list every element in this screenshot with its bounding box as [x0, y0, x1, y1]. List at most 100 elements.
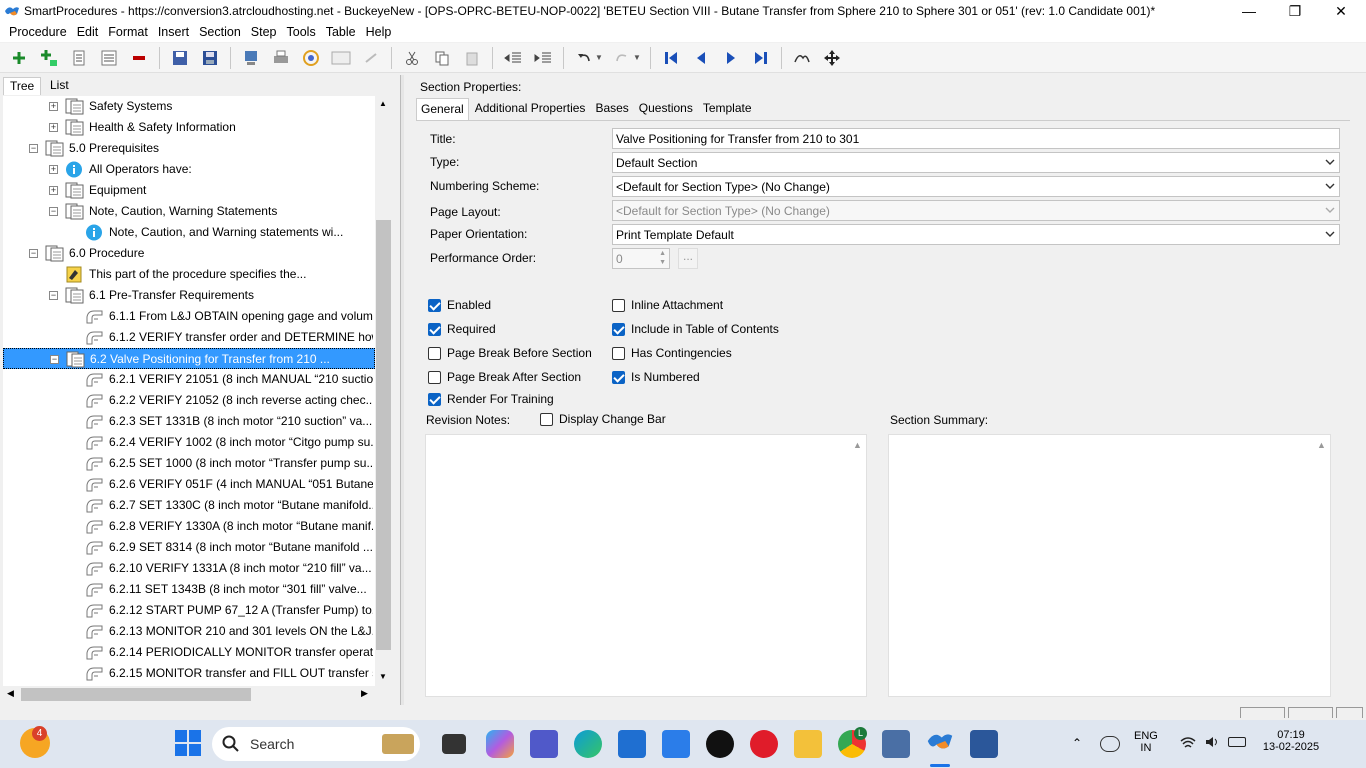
- cut-icon[interactable]: [401, 47, 423, 69]
- tree-node[interactable]: + Equipment: [3, 180, 375, 201]
- wifi-icon[interactable]: [1180, 736, 1196, 753]
- menu-format[interactable]: Format: [103, 25, 153, 39]
- include-toc-checkbox[interactable]: Include in Table of Contents: [612, 322, 779, 336]
- teams-icon[interactable]: [530, 730, 558, 758]
- tree-node[interactable]: − 6.0 Procedure: [3, 243, 375, 264]
- network-status-icon[interactable]: [1100, 736, 1120, 752]
- tree-node[interactable]: 6.2.8 VERIFY 1330A (8 inch motor “Butane…: [3, 516, 375, 537]
- tree-node[interactable]: This part of the procedure specifies the…: [3, 264, 375, 285]
- add-child-icon[interactable]: [38, 47, 60, 69]
- inline-attachment-checkbox[interactable]: Inline Attachment: [612, 298, 723, 312]
- save-icon[interactable]: [199, 47, 221, 69]
- collapse-node-icon[interactable]: −: [49, 291, 58, 300]
- minimize-button[interactable]: —: [1226, 0, 1272, 22]
- pane-splitter[interactable]: [400, 75, 404, 705]
- check-in-icon[interactable]: [240, 47, 262, 69]
- page-break-before-checkbox[interactable]: Page Break Before Section: [428, 346, 592, 360]
- tree-node[interactable]: 6.2.14 PERIODICALLY MONITOR transfer ope…: [3, 642, 375, 663]
- copy-icon[interactable]: [431, 47, 453, 69]
- redo-icon[interactable]: [611, 47, 633, 69]
- tree-node[interactable]: 6.2.1 VERIFY 21051 (8 inch MANUAL “210 s…: [3, 369, 375, 390]
- preview-icon[interactable]: [330, 47, 352, 69]
- textarea-scrollbar[interactable]: ▲: [1313, 435, 1330, 696]
- paste-icon[interactable]: [461, 47, 483, 69]
- expand-node-icon[interactable]: +: [49, 123, 58, 132]
- last-icon[interactable]: [750, 47, 772, 69]
- type-dropdown[interactable]: Default Section: [612, 152, 1340, 173]
- close-button[interactable]: ✕: [1318, 0, 1364, 22]
- tree-node[interactable]: 6.2.2 VERIFY 21052 (8 inch reverse actin…: [3, 390, 375, 411]
- remote-desktop-icon[interactable]: [882, 730, 910, 758]
- copilot-icon[interactable]: [486, 730, 514, 758]
- scroll-up-icon[interactable]: ▲: [1317, 440, 1326, 450]
- language-indicator[interactable]: ENG IN: [1134, 730, 1158, 754]
- power-automate-icon[interactable]: [662, 730, 690, 758]
- save-all-icon[interactable]: [169, 47, 191, 69]
- tab-questions[interactable]: Questions: [635, 98, 697, 120]
- tree-node[interactable]: 6.2.6 VERIFY 051F (4 inch MANUAL “051 Bu…: [3, 474, 375, 495]
- tab-tree[interactable]: Tree: [3, 77, 42, 95]
- tree-node[interactable]: 6.1.1 From L&J OBTAIN opening gage and v…: [3, 306, 375, 327]
- redo-step-icon[interactable]: [360, 47, 382, 69]
- tree-node[interactable]: 6.2.7 SET 1330C (8 inch motor “Butane ma…: [3, 495, 375, 516]
- redo-dropdown-icon[interactable]: ▼: [633, 53, 641, 62]
- tree-node[interactable]: − 6.1 Pre-Transfer Requirements: [3, 285, 375, 306]
- remove-icon[interactable]: [128, 47, 150, 69]
- orientation-dropdown[interactable]: Print Template Default: [612, 224, 1340, 245]
- collapse-icon[interactable]: [68, 47, 90, 69]
- menu-step[interactable]: Step: [246, 25, 282, 39]
- battery-icon[interactable]: [1228, 737, 1246, 747]
- collapse-node-icon[interactable]: −: [50, 355, 59, 364]
- tree-node[interactable]: − 5.0 Prerequisites: [3, 138, 375, 159]
- first-icon[interactable]: [660, 47, 682, 69]
- collapse-node-icon[interactable]: −: [29, 144, 38, 153]
- find-icon[interactable]: [791, 47, 813, 69]
- is-numbered-checkbox[interactable]: Is Numbered: [612, 370, 700, 384]
- render-for-training-checkbox[interactable]: Render For Training: [428, 392, 554, 406]
- print-icon[interactable]: [270, 47, 292, 69]
- taskbar-search[interactable]: Search: [212, 727, 420, 761]
- tree-node[interactable]: 6.2.9 SET 8314 (8 inch motor “Butane man…: [3, 537, 375, 558]
- tree-vertical-scrollbar[interactable]: ▲ ▼: [375, 96, 392, 686]
- scroll-thumb[interactable]: [376, 220, 391, 650]
- tree-node[interactable]: 6.2.15 MONITOR transfer and FILL OUT tra…: [3, 663, 375, 684]
- expand-node-icon[interactable]: +: [49, 186, 58, 195]
- title-field[interactable]: Valve Positioning for Transfer from 210 …: [612, 128, 1340, 149]
- tab-template[interactable]: Template: [699, 98, 756, 120]
- procedure-tree[interactable]: + Safety Systems + Health & Safety Informat…: [3, 96, 375, 686]
- store-icon[interactable]: [618, 730, 646, 758]
- page-break-after-checkbox[interactable]: Page Break After Section: [428, 370, 581, 384]
- dell-icon[interactable]: [706, 730, 734, 758]
- add-icon[interactable]: [8, 47, 30, 69]
- explorer-icon[interactable]: [794, 730, 822, 758]
- enabled-checkbox[interactable]: Enabled: [428, 298, 491, 312]
- tab-additional-properties[interactable]: Additional Properties: [471, 98, 590, 120]
- tree-node[interactable]: 6.2.12 START PUMP 67_12 A (Transfer Pump…: [3, 600, 375, 621]
- expand-node-icon[interactable]: +: [49, 165, 58, 174]
- collapse-node-icon[interactable]: −: [49, 207, 58, 216]
- tree-node[interactable]: − 6.2 Valve Positioning for Transfer from…: [3, 348, 375, 369]
- menu-tools[interactable]: Tools: [282, 25, 321, 39]
- outdent-icon[interactable]: [502, 47, 524, 69]
- menu-table[interactable]: Table: [321, 25, 361, 39]
- has-contingencies-checkbox[interactable]: Has Contingencies: [612, 346, 732, 360]
- next-icon[interactable]: [720, 47, 742, 69]
- scroll-right-icon[interactable]: ▶: [361, 688, 368, 699]
- tab-bases[interactable]: Bases: [591, 98, 632, 120]
- tree-node[interactable]: 6.2.4 VERIFY 1002 (8 inch motor “Citgo p…: [3, 432, 375, 453]
- tree-node[interactable]: 6.2.10 VERIFY 1331A (8 inch motor “210 f…: [3, 558, 375, 579]
- move-icon[interactable]: [821, 47, 843, 69]
- tree-node[interactable]: 6.2.5 SET 1000 (8 inch motor “Transfer p…: [3, 453, 375, 474]
- restore-button[interactable]: ❐: [1272, 0, 1318, 22]
- opera-icon[interactable]: [750, 730, 778, 758]
- compare-icon[interactable]: [300, 47, 322, 69]
- tree-node[interactable]: + All Operators have:: [3, 159, 375, 180]
- required-checkbox[interactable]: Required: [428, 322, 496, 336]
- menu-help[interactable]: Help: [361, 25, 397, 39]
- tree-node[interactable]: 6.2.13 MONITOR 210 and 301 levels ON the…: [3, 621, 375, 642]
- hscroll-thumb[interactable]: [21, 688, 251, 701]
- collapse-node-icon[interactable]: −: [29, 249, 38, 258]
- tree-node[interactable]: 6.2.11 SET 1343B (8 inch motor “301 fill…: [3, 579, 375, 600]
- undo-dropdown-icon[interactable]: ▼: [595, 53, 603, 62]
- tab-general[interactable]: General: [416, 98, 469, 120]
